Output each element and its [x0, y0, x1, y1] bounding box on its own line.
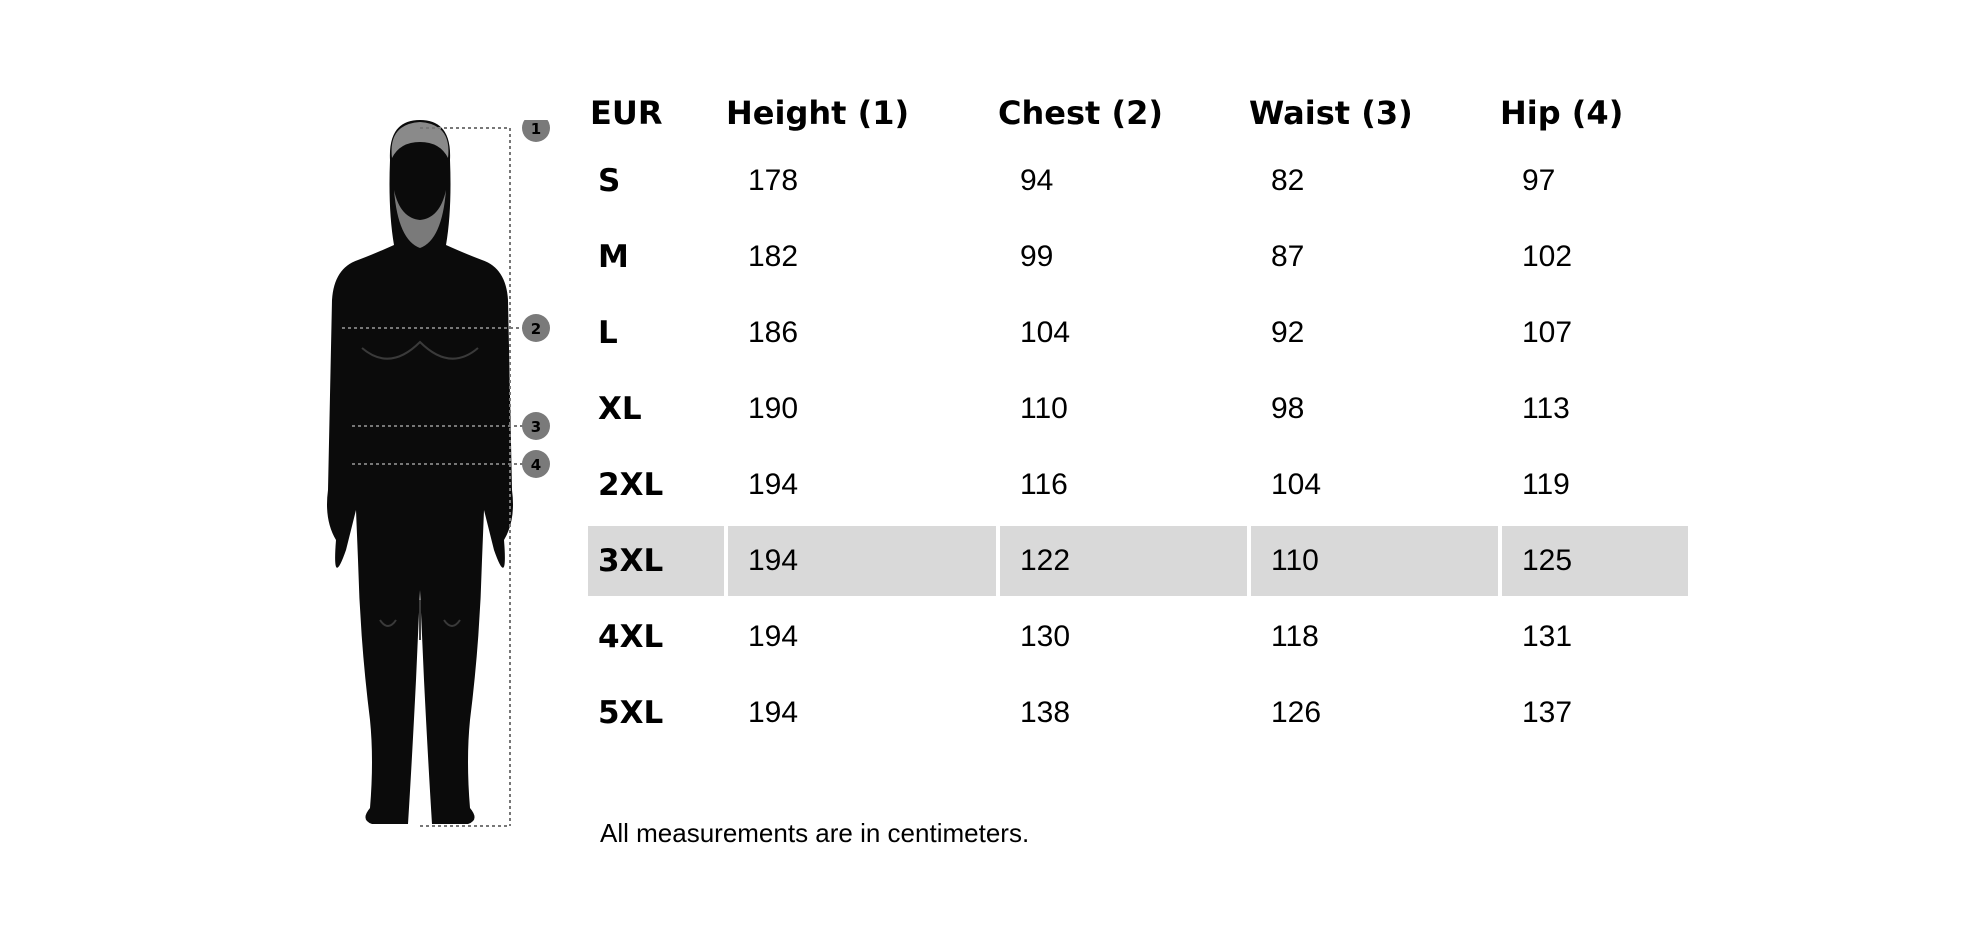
marker-4: 4 [531, 456, 541, 474]
waist-value: 110 [1247, 526, 1498, 602]
hip-value: 113 [1498, 374, 1688, 450]
size-label: 2XL [588, 450, 724, 526]
height-value: 194 [724, 602, 996, 678]
table-row: 4XL 194 130 118 131 [588, 602, 1688, 678]
chest-value: 116 [996, 450, 1247, 526]
waist-value: 92 [1247, 298, 1498, 374]
height-value: 194 [724, 678, 996, 754]
table-row: 5XL 194 138 126 137 [588, 678, 1688, 754]
table-row: S 178 94 82 97 [588, 146, 1688, 222]
header-eur: EUR [590, 94, 663, 132]
table-row: M 182 99 87 102 [588, 222, 1688, 298]
marker-2: 2 [531, 320, 541, 338]
table-row: 2XL 194 116 104 119 [588, 450, 1688, 526]
chest-value: 138 [996, 678, 1247, 754]
height-value: 182 [724, 222, 996, 298]
header-height: Height (1) [726, 94, 910, 132]
size-chart-table: EUR Height (1) Chest (2) Waist (3) Hip (… [588, 80, 1688, 754]
chest-value: 130 [996, 602, 1247, 678]
size-label: 3XL [588, 526, 724, 602]
waist-value: 82 [1247, 146, 1498, 222]
hip-value: 102 [1498, 222, 1688, 298]
chest-value: 94 [996, 146, 1247, 222]
waist-value: 98 [1247, 374, 1498, 450]
size-label: S [588, 146, 724, 222]
waist-value: 104 [1247, 450, 1498, 526]
size-label: 4XL [588, 602, 724, 678]
size-label: XL [588, 374, 724, 450]
marker-1: 1 [531, 120, 541, 138]
header-waist: Waist (3) [1249, 94, 1413, 132]
height-value: 186 [724, 298, 996, 374]
hip-value: 107 [1498, 298, 1688, 374]
waist-value: 87 [1247, 222, 1498, 298]
chest-value: 99 [996, 222, 1247, 298]
measurement-markers: 1 2 3 4 [522, 120, 550, 478]
marker-3: 3 [531, 418, 541, 436]
measurement-units-note: All measurements are in centimeters. [600, 818, 1030, 848]
hip-value: 97 [1498, 146, 1688, 222]
header-hip: Hip (4) [1500, 94, 1624, 132]
height-value: 178 [724, 146, 996, 222]
hip-value: 131 [1498, 602, 1688, 678]
waist-value: 126 [1247, 678, 1498, 754]
height-value: 194 [724, 526, 996, 602]
height-value: 190 [724, 374, 996, 450]
table-header-row: EUR Height (1) Chest (2) Waist (3) Hip (… [588, 80, 1688, 146]
table-row-highlighted: 3XL 194 122 110 125 [588, 526, 1688, 602]
chest-value: 110 [996, 374, 1247, 450]
body-measurement-figure: 1 2 3 4 [270, 120, 570, 840]
hip-value: 125 [1498, 526, 1688, 602]
chest-value: 104 [996, 298, 1247, 374]
hip-value: 119 [1498, 450, 1688, 526]
header-chest: Chest (2) [998, 94, 1163, 132]
waist-value: 118 [1247, 602, 1498, 678]
table-row: L 186 104 92 107 [588, 298, 1688, 374]
table-row: XL 190 110 98 113 [588, 374, 1688, 450]
size-label: L [588, 298, 724, 374]
size-label: M [588, 222, 724, 298]
hip-value: 137 [1498, 678, 1688, 754]
height-value: 194 [724, 450, 996, 526]
male-body-silhouette-icon: 1 2 3 4 [327, 120, 550, 827]
chest-value: 122 [996, 526, 1247, 602]
size-label: 5XL [588, 678, 724, 754]
